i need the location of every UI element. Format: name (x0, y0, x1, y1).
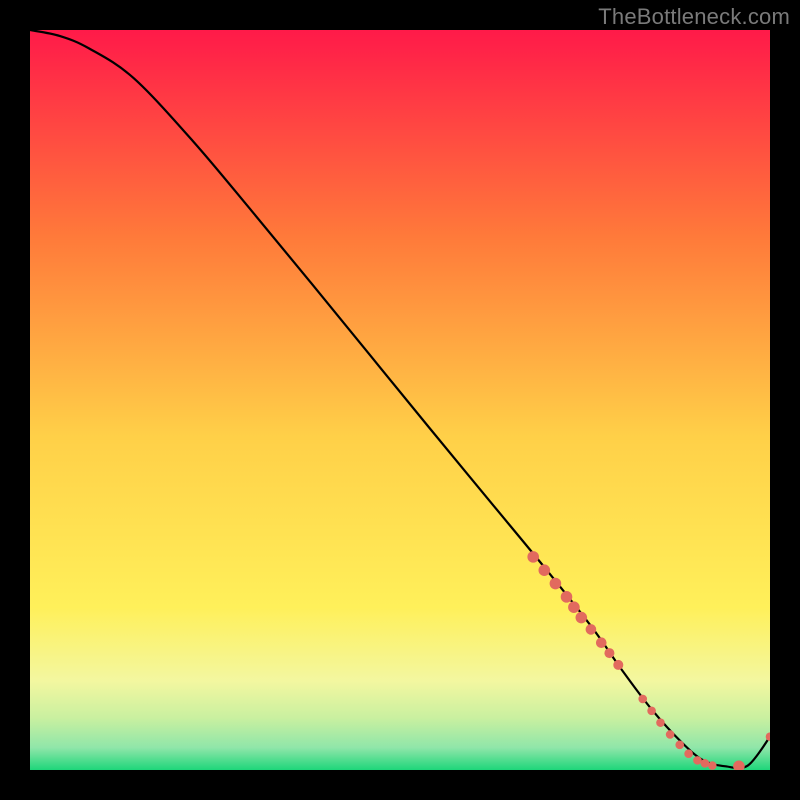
data-point (596, 637, 607, 648)
data-point (613, 660, 623, 670)
data-point (701, 759, 710, 768)
data-point (576, 612, 588, 624)
data-point (684, 749, 693, 758)
data-point (586, 624, 597, 635)
data-point (568, 601, 580, 613)
gradient-background (30, 30, 770, 770)
data-point (638, 695, 647, 704)
data-point (656, 718, 665, 727)
data-point (527, 551, 539, 563)
data-point (666, 730, 675, 739)
watermark-text: TheBottleneck.com (598, 4, 790, 30)
data-point (561, 591, 573, 603)
chart-frame: TheBottleneck.com (0, 0, 800, 800)
data-point (604, 648, 614, 658)
plot-area (30, 30, 770, 770)
data-point (539, 564, 551, 576)
data-point (550, 578, 562, 590)
data-point (708, 761, 717, 770)
data-point (675, 741, 684, 750)
chart-svg (30, 30, 770, 770)
data-point (693, 756, 702, 765)
data-point (647, 707, 656, 716)
